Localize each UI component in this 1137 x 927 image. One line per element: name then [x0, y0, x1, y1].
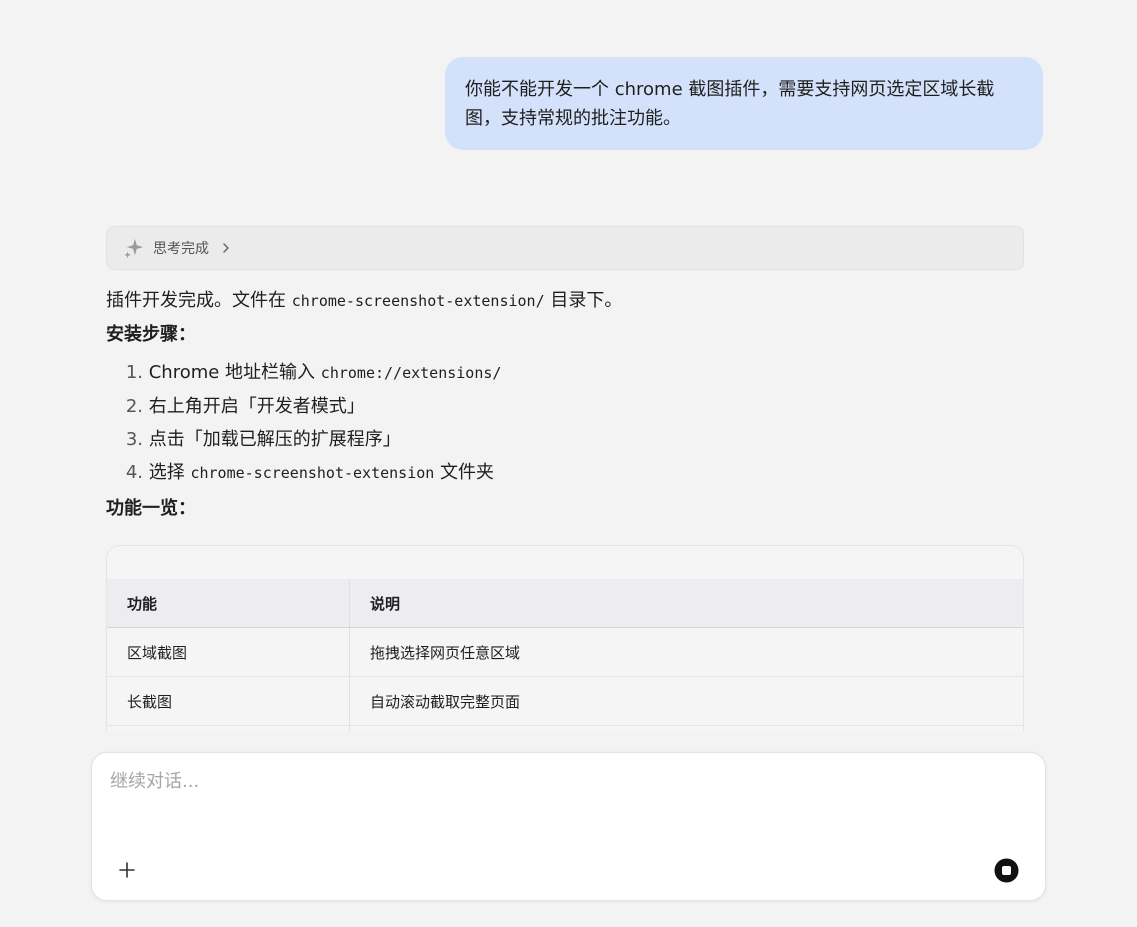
table-cell	[349, 725, 1023, 731]
list-item: 2. 右上角开启「开发者模式」	[106, 390, 1024, 423]
step-text: 选择	[148, 462, 185, 483]
chevron-right-icon	[223, 243, 229, 253]
install-steps: 1. Chrome 地址栏输入 chrome://extensions/ 2. …	[106, 356, 1024, 490]
plus-icon[interactable]	[116, 859, 138, 881]
step-number: 3.	[125, 429, 143, 450]
table-cell: 区域截图	[127, 643, 188, 662]
chat-page: 你能不能开发一个 chrome 截图插件，需要支持网页选定区域长截图，支持常规的…	[0, 0, 1137, 927]
thinking-toggle[interactable]: 思考完成	[106, 226, 1024, 270]
table-row	[107, 725, 1023, 731]
step-text-after: 文件夹	[440, 462, 495, 483]
table-cell: 自动滚动截取完整页面	[349, 676, 1023, 726]
thinking-label: 思考完成	[153, 241, 209, 257]
step-text: 点击「加载已解压的扩展程序」	[148, 429, 401, 450]
intro-prefix: 插件开发完成。文件在	[106, 290, 286, 311]
list-item: 3. 点击「加载已解压的扩展程序」	[106, 423, 1024, 456]
step-code: chrome-screenshot-extension	[190, 464, 435, 482]
user-message: 你能不能开发一个 chrome 截图插件，需要支持网页选定区域长截图，支持常规的…	[445, 57, 1043, 150]
table-row: 区域截图 拖拽选择网页任意区域	[107, 627, 1023, 677]
step-text: 右上角开启「开发者模式」	[148, 396, 365, 417]
table-header-row: 功能 说明	[107, 579, 1023, 628]
sparkle-icon	[124, 238, 144, 259]
column-header: 说明	[349, 579, 1023, 628]
intro-paragraph: 插件开发完成。文件在 chrome-screenshot-extension/ …	[106, 288, 1024, 314]
list-item: 4. 选择 chrome-screenshot-extension 文件夹	[106, 456, 1024, 490]
step-number: 1.	[125, 362, 143, 383]
stop-icon[interactable]	[994, 858, 1019, 883]
table-cell: 拖拽选择网页任意区域	[349, 627, 1023, 677]
assistant-message: 思考完成 插件开发完成。文件在 chrome-screenshot-extens…	[106, 226, 1024, 522]
step-code: chrome://extensions/	[320, 364, 502, 382]
table-cell	[107, 725, 350, 731]
column-header: 功能	[107, 579, 350, 628]
step-text: Chrome 地址栏输入	[148, 362, 316, 383]
step-number: 2.	[125, 396, 143, 417]
composer	[91, 752, 1046, 901]
install-heading: 安装步骤：	[106, 324, 196, 345]
features-table-card: 功能 说明 区域截图 拖拽选择网页任意区域 长截图 自动滚动截取完整页面	[106, 545, 1024, 731]
table-cell: 长截图	[107, 676, 350, 726]
features-table: 功能 说明 区域截图 拖拽选择网页任意区域 长截图 自动滚动截取完整页面	[107, 579, 1023, 731]
list-item: 1. Chrome 地址栏输入 chrome://extensions/	[106, 356, 1024, 390]
features-heading: 功能一览：	[106, 498, 196, 519]
intro-suffix: 目录下。	[550, 290, 623, 311]
step-number: 4.	[125, 462, 143, 483]
intro-code: chrome-screenshot-extension/	[291, 292, 545, 310]
table-row: 长截图 自动滚动截取完整页面	[107, 676, 1023, 726]
message-input[interactable]	[110, 767, 1010, 837]
